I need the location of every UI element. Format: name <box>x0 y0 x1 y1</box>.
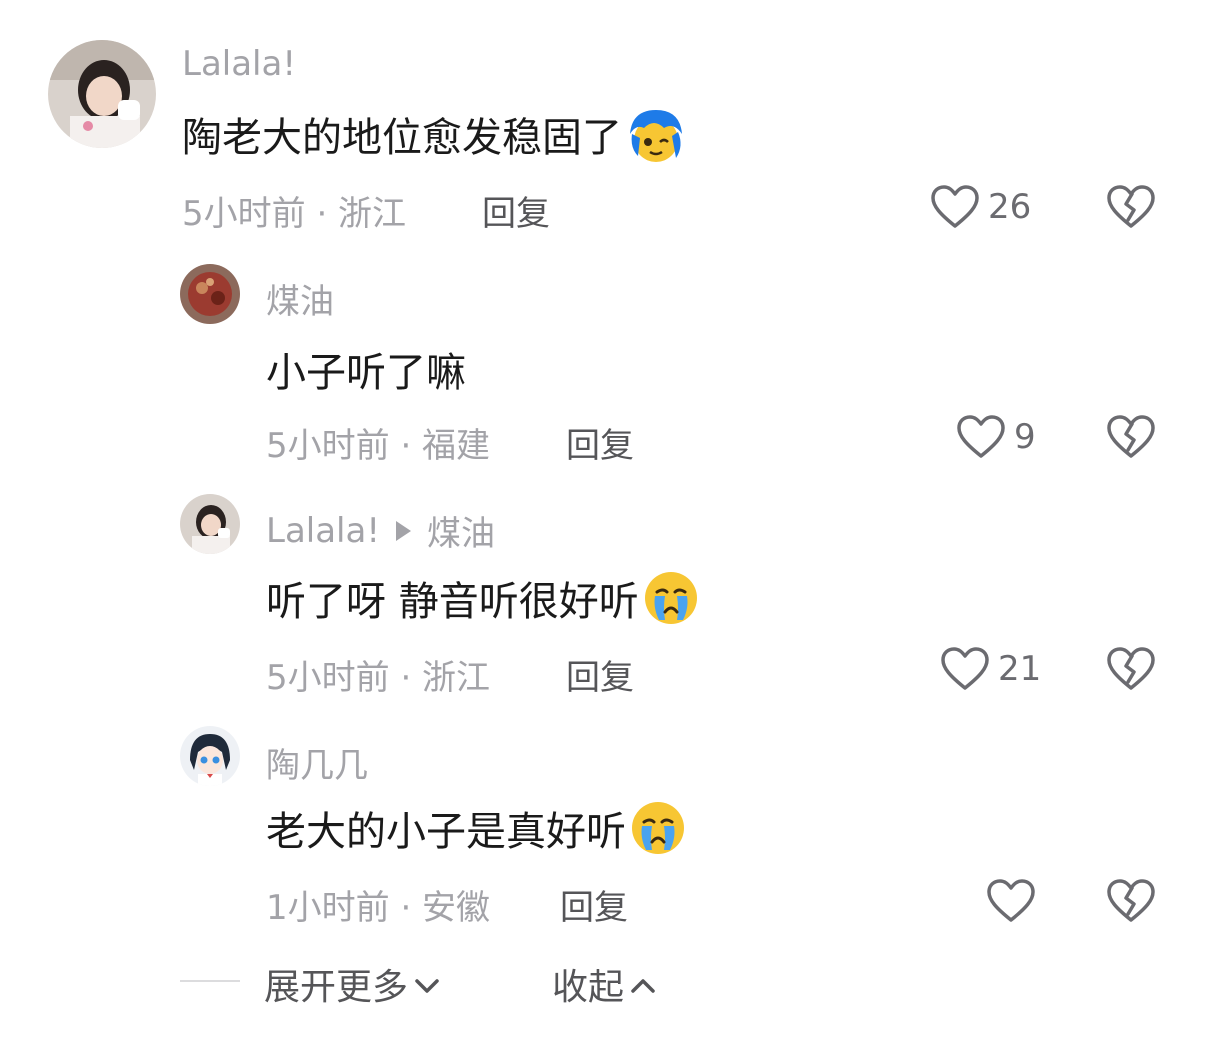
comment-meta: 5小时前 · 浙江 <box>266 658 491 698</box>
chevron-down-icon <box>414 964 440 1005</box>
heart-icon <box>986 878 1036 924</box>
username[interactable]: Lalala! <box>182 44 296 84</box>
username[interactable]: Lalala! 煤油 <box>266 506 495 555</box>
broken-heart-icon <box>1106 414 1156 460</box>
username-text: 煤油 <box>266 282 334 322</box>
like-button[interactable]: 21 <box>940 646 1041 692</box>
like-button[interactable] <box>986 878 1044 924</box>
comment-text-body: 听了呀 静音听很好听 <box>266 579 639 625</box>
username[interactable]: 陶几几 <box>266 738 368 787</box>
reply-target-username: 煤油 <box>426 514 495 554</box>
broken-heart-icon <box>1106 184 1156 230</box>
comment-text: 听了呀 静音听很好听 <box>266 568 701 628</box>
expand-more-button[interactable]: 展开更多 <box>264 958 440 1010</box>
username-text: Lalala! <box>182 44 296 84</box>
avatar[interactable] <box>180 494 240 554</box>
username-text: Lalala! <box>266 510 380 551</box>
like-count: 21 <box>998 649 1042 689</box>
comment-text: 老大的小子是真好听 <box>266 798 688 858</box>
reply-arrow-icon <box>395 520 411 541</box>
like-count: 9 <box>1014 417 1036 457</box>
comment-text: 小子听了嘛 <box>266 340 466 398</box>
comment-meta: 5小时前 · 浙江 <box>182 194 407 234</box>
avatar[interactable] <box>48 40 156 148</box>
reply-button[interactable]: 回复 <box>482 186 550 235</box>
broken-heart-icon <box>1106 646 1156 692</box>
reply-button[interactable]: 回复 <box>560 880 628 929</box>
avatar[interactable] <box>180 264 240 324</box>
dislike-button[interactable] <box>1106 878 1156 924</box>
like-button[interactable]: 9 <box>956 414 1036 460</box>
reply-button[interactable]: 回复 <box>566 418 634 467</box>
divider <box>180 980 240 982</box>
crying-face-emoji <box>641 568 701 628</box>
replies-footer: 展开更多 收起 <box>0 950 1206 1010</box>
chevron-up-icon <box>630 964 656 1005</box>
dislike-button[interactable] <box>1106 646 1156 692</box>
heart-icon <box>956 414 1006 460</box>
comment-meta: 1小时前 · 安徽 <box>266 888 491 928</box>
username[interactable]: 煤油 <box>266 274 334 323</box>
broken-heart-icon <box>1106 878 1156 924</box>
username-text: 陶几几 <box>266 746 368 786</box>
dislike-button[interactable] <box>1106 414 1156 460</box>
heart-icon <box>940 646 990 692</box>
blue-hair-wink-emoji <box>624 104 684 164</box>
like-button[interactable]: 26 <box>930 184 1031 230</box>
collapse-label: 收起 <box>552 967 625 1008</box>
comment-meta: 5小时前 · 福建 <box>266 426 491 466</box>
like-count: 26 <box>988 187 1032 227</box>
comment-text-body: 陶老大的地位愈发稳固了 <box>182 115 622 161</box>
dislike-button[interactable] <box>1106 184 1156 230</box>
reply-button[interactable]: 回复 <box>566 650 634 699</box>
crying-face-emoji <box>628 798 688 858</box>
expand-more-label: 展开更多 <box>264 967 409 1008</box>
comment-text-body: 老大的小子是真好听 <box>266 809 626 855</box>
comment-text: 陶老大的地位愈发稳固了 <box>182 104 684 164</box>
avatar[interactable] <box>180 726 240 786</box>
collapse-button[interactable]: 收起 <box>552 958 656 1010</box>
heart-icon <box>930 184 980 230</box>
comment-text-body: 小子听了嘛 <box>266 350 466 396</box>
